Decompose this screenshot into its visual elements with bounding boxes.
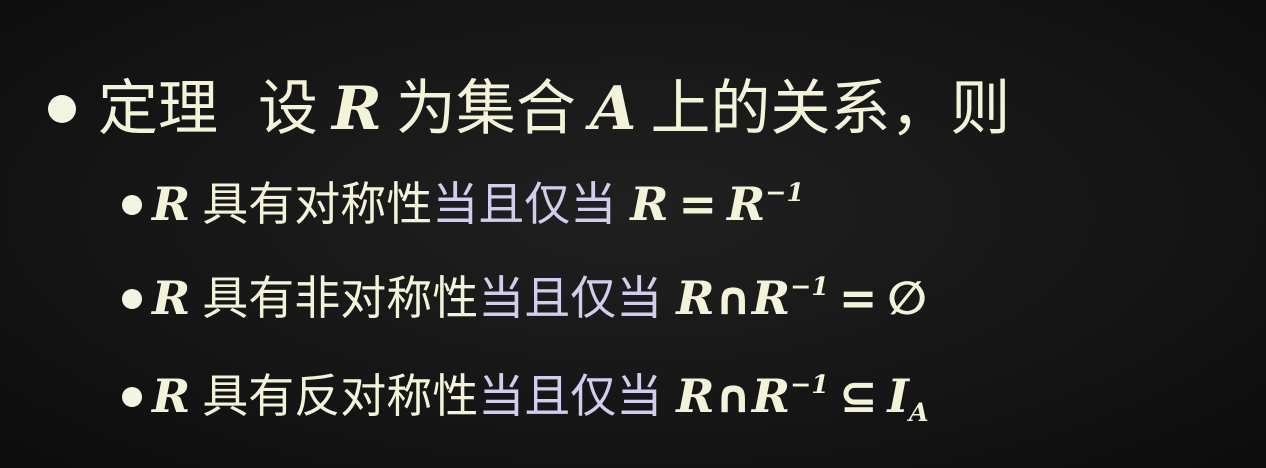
- theorem-intro-set: 设: [258, 74, 318, 144]
- formula-lhs2: R−1: [751, 369, 829, 423]
- item-property: 具有非对称性: [202, 271, 479, 325]
- formula-op: ⊆: [838, 369, 878, 423]
- list-item-antisymmetric: R 具有反对称性 当且仅当 R ∩ R−1 ⊆ IA: [122, 360, 929, 426]
- formula-cap: ∩: [714, 369, 752, 423]
- formula-sub: A: [908, 396, 929, 427]
- item-condition: 当且仅当: [478, 369, 663, 423]
- bullet-icon: [122, 289, 142, 309]
- theorem-label: 定理: [98, 74, 218, 144]
- item-var: R: [152, 369, 191, 423]
- item-condition: 当且仅当: [478, 271, 663, 325]
- item-condition: 当且仅当: [432, 177, 617, 231]
- item-var: R: [152, 177, 191, 231]
- formula-op: =: [678, 177, 718, 231]
- formula-lhs: R: [676, 271, 715, 325]
- bullet-icon: [122, 387, 142, 407]
- bullet-icon: [48, 95, 76, 123]
- formula-rhs: ∅: [887, 271, 927, 325]
- formula-sup: −1: [790, 369, 829, 400]
- formula-sup: −1: [765, 177, 805, 208]
- formula-sup: −1: [790, 271, 829, 302]
- bullet-icon: [122, 195, 142, 215]
- list-item-symmetric: R 具有对称性 当且仅当 R = R−1: [122, 168, 804, 234]
- formula-rhs: IA: [887, 369, 929, 427]
- item-var: R: [152, 271, 191, 325]
- list-item-asymmetric: R 具有非对称性 当且仅当 R ∩ R−1 = ∅: [122, 262, 927, 328]
- theorem-intro-mid: 为集合: [395, 74, 576, 144]
- theorem-var-r: R: [332, 74, 382, 144]
- formula-lhs: R: [676, 369, 715, 423]
- formula-op: =: [838, 271, 878, 325]
- theorem-line: 定理 设 R 为集合 A 上的关系，则: [48, 60, 1010, 147]
- theorem-intro-end: 上的关系，则: [650, 74, 1011, 144]
- formula-lhs2: R−1: [751, 271, 829, 325]
- formula-cap: ∩: [714, 271, 752, 325]
- theorem-var-a: A: [589, 74, 637, 144]
- formula-rhs: R−1: [727, 177, 805, 231]
- item-property: 具有对称性: [202, 177, 433, 231]
- formula-lhs: R: [630, 177, 669, 231]
- item-property: 具有反对称性: [202, 369, 479, 423]
